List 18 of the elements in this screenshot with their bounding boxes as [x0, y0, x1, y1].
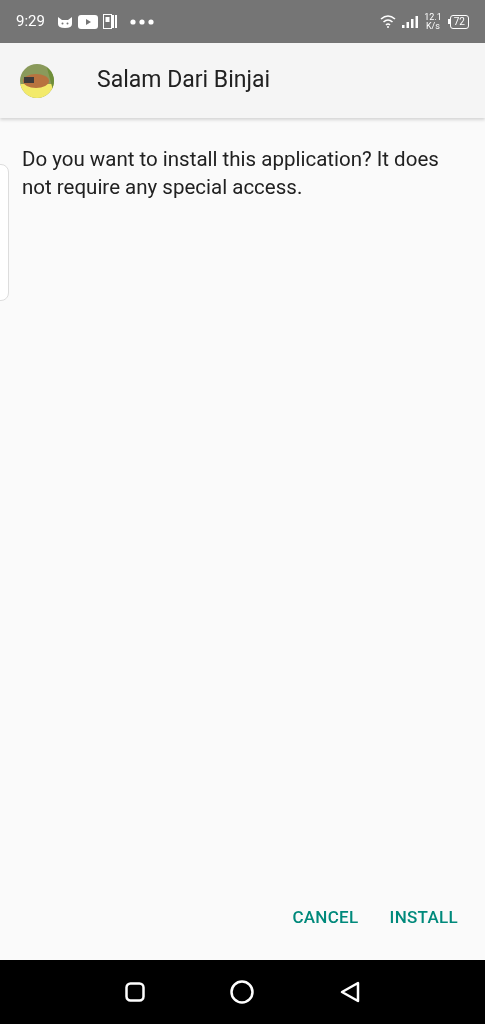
home-icon[interactable]	[229, 980, 254, 1004]
recents-icon[interactable]	[124, 982, 145, 1002]
install-button[interactable]: INSTALL	[389, 905, 458, 931]
document-icon	[102, 14, 117, 29]
install-message: Do you want to install this application? It does not require any special access.	[22, 146, 440, 201]
cancel-button[interactable]: CANCEL	[292, 905, 359, 931]
wifi-icon	[380, 15, 397, 28]
app-title: Salam Dari Binjai	[97, 65, 271, 96]
cat-icon	[56, 15, 73, 28]
play-icon	[77, 14, 98, 29]
app-icon	[20, 63, 54, 98]
battery-indicator: 72	[447, 14, 469, 29]
network-speed: 12.1	[424, 12, 442, 22]
back-icon[interactable]	[338, 980, 361, 1004]
more-icon	[129, 18, 154, 25]
clock: 9:29	[16, 11, 45, 33]
signal-icon	[402, 15, 419, 28]
speed-unit: K/s	[425, 21, 440, 31]
